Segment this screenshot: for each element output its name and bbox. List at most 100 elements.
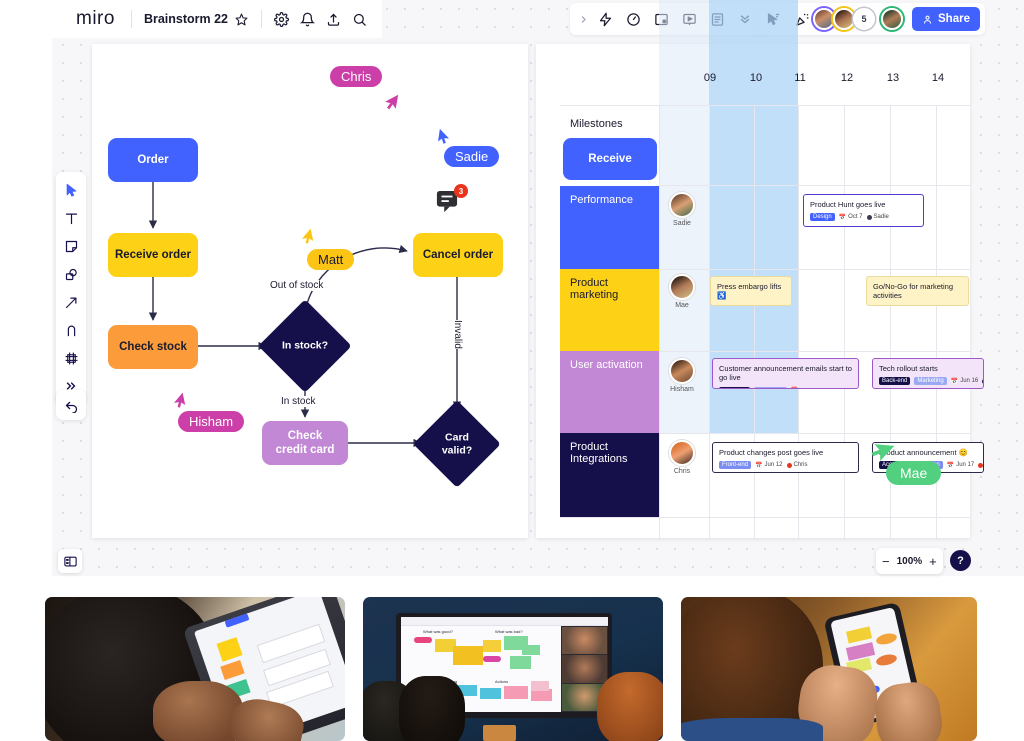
- panel-toggle-button[interactable]: [58, 549, 82, 573]
- timeline-card-title: Tech rollout starts: [879, 364, 938, 373]
- miro-logo[interactable]: miro: [62, 8, 125, 30]
- frame-tool[interactable]: [58, 345, 84, 371]
- timeline-card-tag: Back-end: [879, 377, 911, 386]
- lane-owner-name-sadie: Sadie: [673, 220, 691, 227]
- timeline-card-title: Product Hunt goes live: [810, 200, 886, 209]
- board-title[interactable]: Brainstorm 22: [138, 11, 255, 27]
- timeline-tick-14: 14: [931, 72, 945, 84]
- timeline-lane-performance[interactable]: Performance: [560, 186, 659, 269]
- timeline-card-person: Chris: [786, 462, 808, 468]
- timeline-card-date: 📅 Jun 16: [950, 378, 979, 385]
- flow-decision-card-valid-label: Card valid?: [441, 431, 473, 456]
- timeline-lane-user-activation-label: User activation: [570, 359, 643, 371]
- undo-tool[interactable]: [56, 390, 86, 420]
- share-button[interactable]: Share: [912, 7, 980, 31]
- board-col-2-title: What was bad?: [495, 628, 523, 634]
- shapes-tool[interactable]: [58, 261, 84, 287]
- flow-node-cancel-order[interactable]: Cancel order: [413, 233, 503, 277]
- timeline-card-product-changes[interactable]: Product changes post goes live Front-end…: [712, 442, 859, 473]
- edge-label-invalid: Invalid: [450, 320, 465, 349]
- cursor-matt-label: Matt: [307, 249, 355, 270]
- timeline-card-meta: PMM: [873, 304, 962, 305]
- timeline-card-date: 📅 Jun 17: [946, 462, 975, 469]
- zoom-controls: − 100% +: [876, 548, 943, 574]
- person-icon: [924, 15, 931, 24]
- lane-owner-avatar-sadie[interactable]: [669, 192, 695, 218]
- timeline-card-meta: Design 📅 Oct 7 Sadie: [810, 213, 917, 222]
- cursor-chris-label: Chris: [330, 66, 383, 87]
- text-tool[interactable]: [58, 205, 84, 231]
- timeline-lane-product-marketing[interactable]: Product marketing: [560, 269, 659, 351]
- help-button[interactable]: ?: [950, 550, 971, 571]
- select-tool[interactable]: [58, 177, 84, 203]
- zoom-out-button[interactable]: −: [882, 555, 890, 568]
- timeline-card-title: Press embargo lifts ♿: [717, 282, 782, 301]
- sticky-note-tool[interactable]: [58, 233, 84, 259]
- timeline-card-press-embargo[interactable]: Press embargo lifts ♿ PMM: [710, 276, 792, 306]
- cursor-hisham-label: Hisham: [178, 411, 245, 432]
- connector-tool[interactable]: [58, 289, 84, 315]
- zoom-in-button[interactable]: +: [929, 555, 937, 568]
- timeline-card-person: Sadie: [866, 214, 889, 220]
- timeline-card-tag: Front-end: [719, 461, 752, 470]
- bell-icon[interactable]: [294, 6, 320, 32]
- timer-icon[interactable]: [620, 6, 646, 32]
- timeline-card-meta: PMM: [717, 304, 785, 305]
- timeline-lane-milestones-label: Milestones: [570, 118, 623, 130]
- flow-decision-in-stock-label: In stock?: [281, 339, 329, 352]
- timeline-card-go-no-go[interactable]: Go/No-Go for marketing activities PMM: [866, 276, 969, 306]
- top-toolbar-left-group: miro Brainstorm 22: [52, 0, 383, 38]
- timeline-card-person: Hisham: [822, 388, 849, 389]
- cursor-chris-pointer: [385, 94, 399, 110]
- share-button-label: Share: [938, 13, 970, 25]
- gear-icon[interactable]: [268, 6, 294, 32]
- pen-tool[interactable]: [58, 317, 84, 343]
- flow-node-receive-order[interactable]: Receive order: [108, 233, 198, 277]
- collaborator-avatar-1[interactable]: [813, 8, 835, 30]
- comment-count-badge: 3: [454, 184, 468, 198]
- timeline-card-person: Chris: [978, 462, 983, 468]
- timeline-lane-product-marketing-label: Product marketing: [570, 277, 619, 301]
- apps-icon[interactable]: [592, 6, 618, 32]
- photo-strip: What was good? What was bad? Insights & …: [0, 588, 1024, 741]
- cursor-sadie-label: Sadie: [444, 146, 500, 167]
- comment-pin[interactable]: 3: [436, 184, 468, 219]
- timeline-card-tag-2: Marketing: [914, 377, 947, 386]
- lane-owner-avatar-hisham[interactable]: [669, 358, 695, 384]
- collaborator-avatar-3[interactable]: [881, 8, 903, 30]
- flow-node-order[interactable]: Order: [108, 138, 198, 182]
- timeline-tick-12: 12: [840, 72, 854, 84]
- lane-owner-avatar-mae[interactable]: [669, 274, 695, 300]
- timeline-card-customer-emails[interactable]: Customer announcement emails start to go…: [712, 358, 859, 389]
- collaborator-avatar-2[interactable]: [833, 8, 855, 30]
- timeline-card-date: 📅 Oct 7: [838, 214, 863, 221]
- photo-phone-user[interactable]: [681, 597, 977, 741]
- timeline-card-tag: PMM: [717, 304, 737, 305]
- star-icon[interactable]: [233, 11, 249, 27]
- timeline-card-title: Product changes post goes live: [719, 448, 824, 457]
- tool-rail: [56, 172, 86, 404]
- flow-node-check-stock[interactable]: Check stock: [108, 325, 198, 369]
- timeline-lane-user-activation[interactable]: User activation: [560, 351, 659, 433]
- toolbar-divider: [130, 10, 132, 28]
- canvas-bottom-gutter: [0, 576, 1024, 588]
- photo-meeting-room[interactable]: What was good? What was bad? Insights & …: [363, 597, 663, 741]
- timeline-card-date: 📅Jun 12: [755, 462, 783, 469]
- photo-tablet-user[interactable]: [45, 597, 345, 741]
- timeline-lane-product-integrations[interactable]: Product Integrations: [560, 433, 659, 517]
- edge-label-in-stock: In stock: [279, 396, 318, 407]
- timeline-card-product-hunt[interactable]: Product Hunt goes live Design 📅 Oct 7 Sad…: [803, 194, 924, 227]
- timeline-card-tech-rollout[interactable]: Tech rollout starts Back-end Marketing 📅…: [872, 358, 984, 389]
- upload-icon[interactable]: [320, 6, 346, 32]
- chevron-right-icon[interactable]: [576, 6, 590, 32]
- timeline-milestone-receive[interactable]: Receive: [563, 138, 657, 180]
- collaborator-overflow[interactable]: 5: [853, 8, 875, 30]
- timeline-card-date: 📅Jun 12: [791, 387, 818, 389]
- timeline-card-title: Customer announcement emails start to go…: [719, 364, 852, 383]
- toolbar-divider-2: [261, 10, 263, 28]
- timeline-card-meta: Back-end Marketing 📅Jun 12 Hisham: [719, 386, 852, 389]
- lane-owner-avatar-chris[interactable]: [669, 440, 695, 466]
- search-icon[interactable]: [346, 6, 372, 32]
- flow-node-check-credit-card[interactable]: Check credit card: [262, 421, 348, 465]
- lane-owner-name-mae: Mae: [675, 302, 689, 309]
